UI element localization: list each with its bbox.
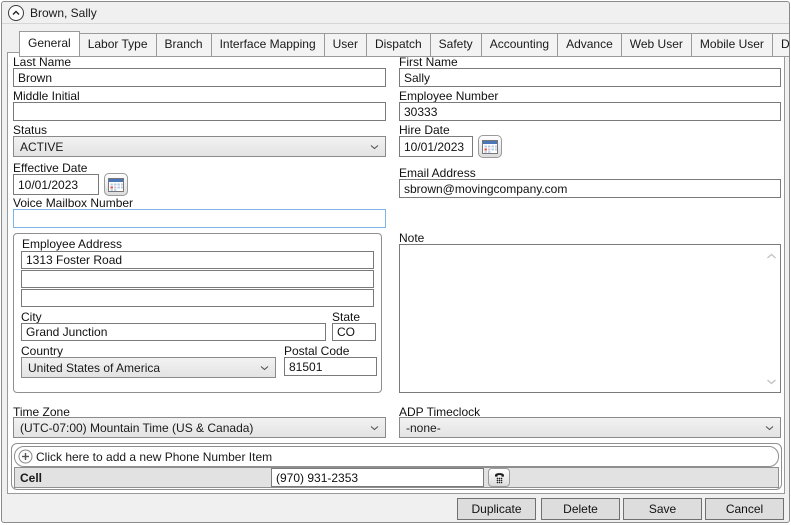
chevron-down-icon — [260, 365, 269, 371]
tab-interface-mapping[interactable]: Interface Mapping — [210, 33, 325, 57]
collapse-button[interactable] — [8, 4, 24, 21]
address-line1-input[interactable] — [21, 251, 374, 269]
middle-initial-label: Middle Initial — [13, 89, 80, 103]
note-textarea[interactable] — [399, 244, 781, 393]
plus-icon — [18, 449, 33, 464]
email-input[interactable] — [399, 179, 781, 198]
tab-accounting[interactable]: Accounting — [480, 33, 559, 57]
postal-code-label: Postal Code — [284, 344, 350, 358]
chevron-down-icon — [370, 425, 379, 431]
first-name-label: First Name — [399, 55, 458, 69]
middle-initial-input[interactable] — [13, 102, 386, 121]
first-name-input[interactable] — [399, 68, 781, 87]
voice-mailbox-label: Voice Mailbox Number — [13, 196, 134, 210]
chevron-down-icon — [765, 425, 774, 431]
phone-type-label: Cell — [20, 470, 43, 485]
email-label: Email Address — [399, 166, 476, 180]
employee-number-input[interactable] — [399, 102, 781, 121]
tab-strip: General Labor Type Branch Interface Mapp… — [19, 31, 789, 57]
chevron-up-icon — [12, 10, 20, 15]
add-phone-number-label: Click here to add a new Phone Number Ite… — [36, 449, 273, 464]
city-input[interactable] — [21, 323, 326, 341]
add-phone-number-button[interactable]: Click here to add a new Phone Number Ite… — [14, 446, 779, 467]
tab-dispatch[interactable]: Dispatch — [365, 33, 431, 57]
tab-user[interactable]: User — [323, 33, 367, 57]
delete-button[interactable]: Delete — [541, 498, 620, 520]
country-label: Country — [21, 344, 64, 358]
time-zone-select[interactable]: (UTC-07:00) Mountain Time (US & Canada) — [13, 417, 386, 438]
postal-code-input[interactable] — [284, 357, 377, 376]
effective-date-label: Effective Date — [13, 161, 88, 175]
tab-labor-type[interactable]: Labor Type — [78, 33, 157, 57]
tab-branch[interactable]: Branch — [155, 33, 212, 57]
phone-number-row: Cell — [14, 467, 779, 488]
state-input[interactable] — [332, 323, 376, 341]
effective-date-input[interactable] — [13, 174, 99, 195]
tab-general[interactable]: General — [19, 31, 80, 57]
employee-address-group: Employee Address City State Country Post… — [13, 233, 382, 393]
calendar-icon — [482, 139, 498, 154]
employee-number-label: Employee Number — [399, 89, 499, 103]
scroll-down-icon[interactable] — [766, 374, 777, 388]
address-line3-input[interactable] — [21, 289, 374, 307]
hire-date-label: Hire Date — [399, 123, 450, 137]
phone-number-list: Click here to add a new Phone Number Ite… — [11, 443, 782, 490]
address-line2-input[interactable] — [21, 270, 374, 288]
tab-safety[interactable]: Safety — [429, 33, 482, 57]
country-select[interactable]: United States of America — [21, 357, 276, 378]
save-button[interactable]: Save — [623, 498, 702, 520]
tab-advance[interactable]: Advance — [557, 33, 622, 57]
cancel-button[interactable]: Cancel — [705, 498, 784, 520]
employee-address-group-label: Employee Address — [22, 237, 123, 251]
status-value: ACTIVE — [20, 139, 64, 154]
adp-timeclock-value: -none- — [406, 420, 441, 435]
tab-documents[interactable]: Documents — [771, 33, 789, 57]
status-label: Status — [13, 123, 48, 137]
phone-icon — [494, 473, 504, 484]
hire-date-calendar-button[interactable] — [478, 135, 502, 158]
last-name-input[interactable] — [13, 68, 386, 87]
employee-detail-window: Brown, Sally General Labor Type Branch I… — [1, 1, 790, 523]
tab-web-user[interactable]: Web User — [620, 33, 692, 57]
country-value: United States of America — [28, 360, 161, 375]
voice-mailbox-input[interactable] — [13, 209, 386, 228]
tab-mobile-user[interactable]: Mobile User — [690, 33, 773, 57]
phone-number-input[interactable] — [271, 468, 484, 487]
dial-phone-button[interactable] — [488, 468, 510, 487]
scroll-up-icon[interactable] — [766, 249, 777, 263]
state-label: State — [332, 310, 361, 324]
tab-page-general: Last Name Middle Initial Status ACTIVE E… — [7, 52, 785, 494]
time-zone-value: (UTC-07:00) Mountain Time (US & Canada) — [20, 420, 254, 435]
note-label: Note — [399, 231, 425, 245]
page-title: Brown, Sally — [30, 5, 97, 20]
city-label: City — [21, 310, 42, 324]
last-name-label: Last Name — [13, 55, 72, 69]
hire-date-input[interactable] — [399, 136, 473, 157]
chevron-down-icon — [370, 144, 379, 150]
duplicate-button[interactable]: Duplicate — [457, 498, 536, 520]
status-select[interactable]: ACTIVE — [13, 136, 386, 157]
window-header: Brown, Sally — [2, 2, 789, 24]
adp-timeclock-select[interactable]: -none- — [399, 417, 781, 438]
calendar-icon — [108, 177, 124, 192]
effective-date-calendar-button[interactable] — [104, 173, 128, 196]
